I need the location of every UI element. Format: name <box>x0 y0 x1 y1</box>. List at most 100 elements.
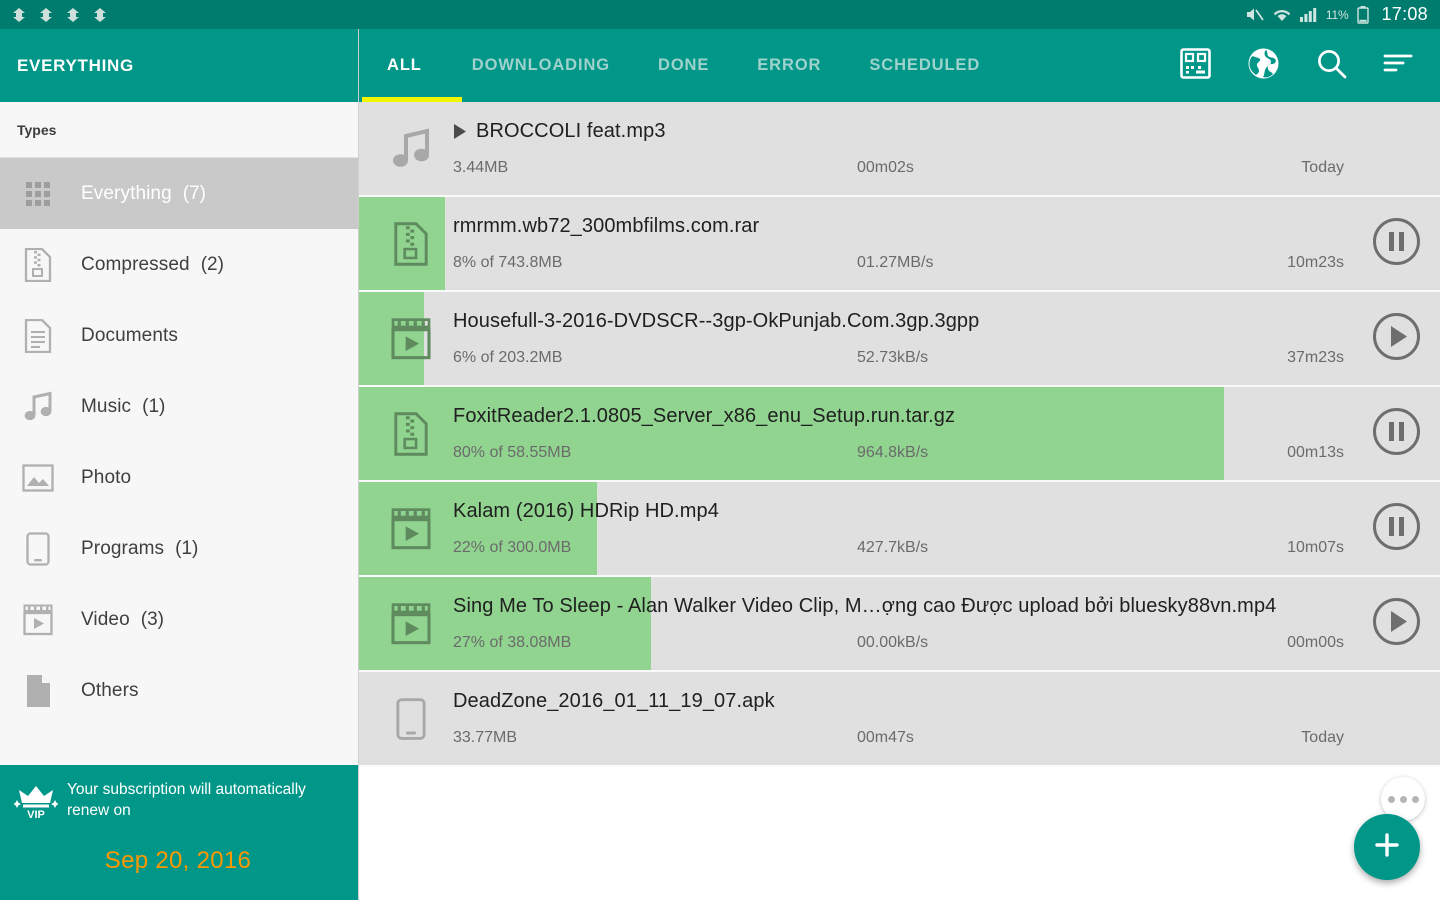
table-row[interactable]: rmrmm.wb72_300mbfilms.com.rar 8% of 743.… <box>359 197 1440 292</box>
sidebar-header: EVERYTHING <box>0 29 358 102</box>
tab-all[interactable]: ALL <box>359 29 448 102</box>
tab-bar: ALL DOWNLOADING DONE ERROR SCHEDULED <box>359 29 1004 102</box>
sidebar-item-photo[interactable]: Photo <box>0 442 358 513</box>
download-speed: 00m02s <box>857 158 914 176</box>
sidebar-item-label: Others <box>81 679 139 701</box>
status-bar-clock: 17:08 <box>1381 4 1428 24</box>
download-time: 37m23s <box>1287 348 1344 366</box>
more-horizontal-icon <box>1399 795 1407 803</box>
download-size: 8% of 743.8MB <box>453 253 563 271</box>
table-row[interactable]: DeadZone_2016_01_11_19_07.apk 33.77MB 00… <box>359 672 1440 767</box>
sidebar-item-everything[interactable]: Everything (7) <box>0 158 358 229</box>
main-content: ALL DOWNLOADING DONE ERROR SCHEDULED BRO… <box>359 29 1440 900</box>
download-speed: 427.7kB/s <box>857 538 929 556</box>
battery-percent-label: 11% <box>1325 7 1349 22</box>
music-note-icon <box>17 386 59 428</box>
table-row[interactable]: Housefull-3-2016-DVDSCR--3gp-OkPunjab.Co… <box>359 292 1440 387</box>
download-meta: 3.44MB 00m02s Today <box>453 159 1344 178</box>
table-row[interactable]: FoxitReader2.1.0805_Server_x86_enu_Setup… <box>359 387 1440 482</box>
table-row[interactable]: Kalam (2016) HDRip HD.mp4 22% of 300.0MB… <box>359 482 1440 577</box>
app-screen: 11% 17:08 EVERYTHING Types Everything (7… <box>0 0 1440 900</box>
sidebar-item-label: Compressed <box>81 253 190 275</box>
download-meta: 27% of 38.08MB 00.00kB/s 00m00s <box>453 634 1344 653</box>
pause-button[interactable] <box>1352 502 1440 556</box>
more-horizontal-icon <box>1411 795 1419 803</box>
download-title-text: Housefull-3-2016-DVDSCR--3gp-OkPunjab.Co… <box>453 309 980 332</box>
phone-icon <box>369 697 453 741</box>
tab-downloading[interactable]: DOWNLOADING <box>448 29 634 102</box>
pause-button[interactable] <box>1352 217 1440 271</box>
grid-icon <box>17 173 59 215</box>
sidebar-item-count: (7) <box>182 182 207 204</box>
status-bar-nav-icons <box>10 6 109 24</box>
wifi-icon <box>1273 9 1291 21</box>
sidebar-item-music[interactable]: Music (1) <box>0 371 358 442</box>
globe-icon[interactable] <box>1247 47 1280 85</box>
sidebar: EVERYTHING Types Everything (7) Compress… <box>0 29 359 900</box>
download-title-text: FoxitReader2.1.0805_Server_x86_enu_Setup… <box>453 404 956 427</box>
status-bar: 11% 17:08 <box>0 0 1440 29</box>
plus-icon <box>1371 829 1403 866</box>
download-title-text: rmrmm.wb72_300mbfilms.com.rar <box>453 214 760 237</box>
pause-icon <box>1372 407 1421 461</box>
sort-icon[interactable] <box>1383 51 1413 80</box>
search-icon[interactable] <box>1316 48 1347 84</box>
sidebar-item-programs[interactable]: Programs (1) <box>0 513 358 584</box>
download-speed: 01.27MB/s <box>857 253 934 271</box>
download-time: 00m13s <box>1287 443 1344 461</box>
sidebar-item-others[interactable]: Others <box>0 655 358 726</box>
video-clip-icon <box>17 599 59 641</box>
archive-icon <box>17 244 59 286</box>
pause-button[interactable] <box>1352 407 1440 461</box>
sidebar-nav-list: Everything (7) Compressed (2) Documents <box>0 158 358 726</box>
download-title: DeadZone_2016_01_11_19_07.apk <box>453 690 1344 713</box>
download-title-text: DeadZone_2016_01_11_19_07.apk <box>453 689 775 712</box>
sidebar-item-label: Music <box>81 395 132 417</box>
nav-diamond-icon <box>94 7 106 22</box>
download-size: 22% of 300.0MB <box>453 538 572 556</box>
download-title: BROCCOLI feat.mp3 <box>453 120 1344 143</box>
qr-code-icon[interactable] <box>1180 47 1211 84</box>
tab-done[interactable]: DONE <box>634 29 733 102</box>
sidebar-item-label: Documents <box>81 324 178 346</box>
document-icon <box>17 315 59 357</box>
app-title: EVERYTHING <box>17 55 134 75</box>
table-row[interactable]: Sing Me To Sleep - Alan Walker Video Cli… <box>359 577 1440 672</box>
cell-signal-icon <box>1299 8 1317 22</box>
app-bar: ALL DOWNLOADING DONE ERROR SCHEDULED <box>359 29 1440 102</box>
nav-diamond-icon <box>67 7 79 22</box>
add-download-button[interactable] <box>1354 814 1420 880</box>
nav-diamond-icon <box>13 7 25 22</box>
image-icon <box>17 457 59 499</box>
sidebar-item-documents[interactable]: Documents <box>0 300 358 371</box>
tab-scheduled[interactable]: SCHEDULED <box>845 29 1004 102</box>
sidebar-item-video[interactable]: Video (3) <box>0 584 358 655</box>
video-clip-icon <box>369 507 453 551</box>
vip-crown-icon: VIP <box>13 779 59 824</box>
volume-mute-icon <box>1246 8 1264 21</box>
phone-icon <box>17 528 59 570</box>
pause-icon <box>1372 502 1421 556</box>
download-list: BROCCOLI feat.mp3 3.44MB 00m02s Today rm… <box>359 102 1440 900</box>
music-note-icon <box>369 127 453 170</box>
vip-subscription-banner[interactable]: VIP Your subscription will automatically… <box>0 765 358 900</box>
download-size: 27% of 38.08MB <box>453 633 572 651</box>
tab-error[interactable]: ERROR <box>733 29 845 102</box>
play-button[interactable] <box>1352 312 1440 366</box>
download-size: 80% of 58.55MB <box>453 443 572 461</box>
nav-diamond-icon <box>40 7 52 22</box>
play-button[interactable] <box>1352 597 1440 651</box>
download-speed: 00.00kB/s <box>857 633 929 651</box>
sidebar-item-count: (1) <box>175 537 199 559</box>
download-meta: 33.77MB 00m47s Today <box>453 729 1344 748</box>
table-row[interactable]: BROCCOLI feat.mp3 3.44MB 00m02s Today <box>359 102 1440 197</box>
sidebar-item-count: (3) <box>140 608 164 630</box>
download-speed: 52.73kB/s <box>857 348 929 366</box>
status-bar-indicators: 11% 17:08 <box>1245 4 1428 25</box>
sidebar-item-label: Video <box>81 608 130 630</box>
download-time: 10m07s <box>1287 538 1344 556</box>
file-icon <box>17 670 59 712</box>
download-time: Today <box>1301 728 1344 746</box>
download-size: 3.44MB <box>453 158 509 176</box>
sidebar-item-compressed[interactable]: Compressed (2) <box>0 229 358 300</box>
